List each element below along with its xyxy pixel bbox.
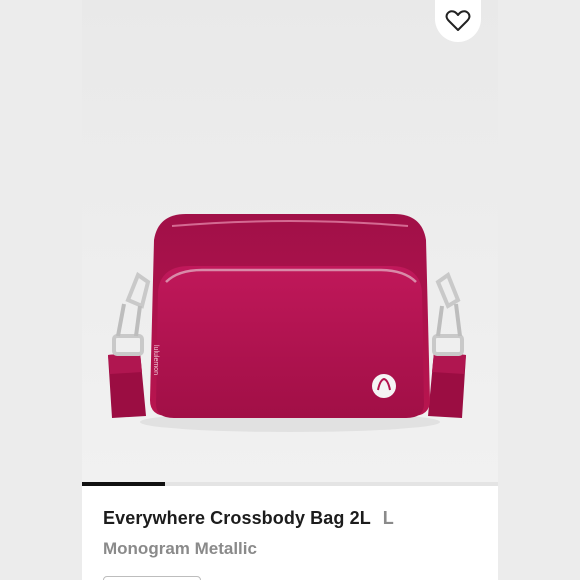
product-size: L [382,508,394,528]
product-image[interactable]: lululemon [82,0,498,482]
action-button-partial[interactable] [103,576,201,580]
heart-outline-icon [445,10,471,31]
crossbody-bag-illustration: lululemon [108,214,466,432]
product-title-row: Everywhere Crossbody Bag 2L L [103,508,394,529]
left-margin [0,0,82,580]
svg-text:lululemon: lululemon [152,345,159,375]
right-margin [498,0,580,580]
listing-page: lululemon Everywhere Crossbody Bag 2L L … [0,0,580,580]
product-info: Everywhere Crossbody Bag 2L L Monogram M… [82,486,498,580]
product-title[interactable]: Everywhere Crossbody Bag 2L [103,508,371,529]
product-subtitle: Monogram Metallic [103,539,257,558]
